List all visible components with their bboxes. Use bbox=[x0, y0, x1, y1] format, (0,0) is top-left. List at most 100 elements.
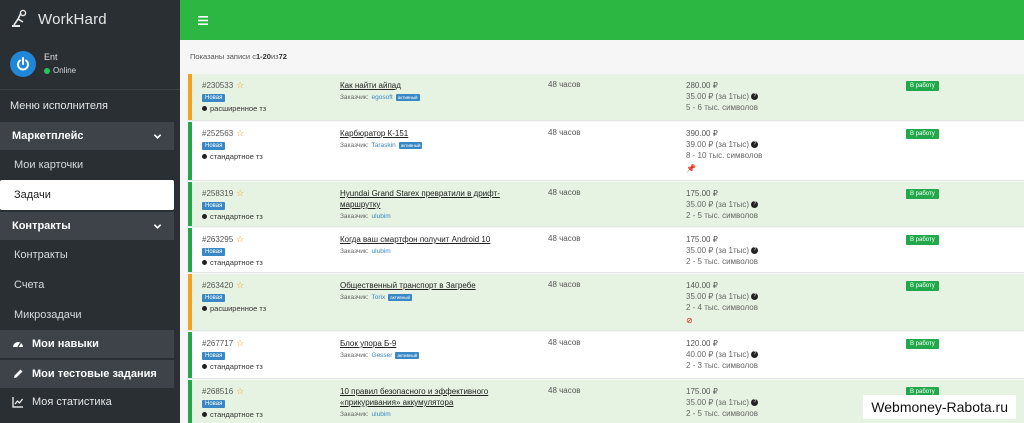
sidebar-item-tests[interactable]: Мои тестовые задания bbox=[0, 360, 174, 388]
task-id[interactable]: #268516 bbox=[202, 387, 233, 396]
table-row[interactable]: #263420 ☆ Новая расширенное тз Общественный … bbox=[188, 274, 1024, 331]
customer-name[interactable]: Torix bbox=[372, 294, 386, 301]
customer-name[interactable]: Gesser bbox=[372, 352, 393, 359]
task-id[interactable]: #267717 bbox=[202, 339, 233, 348]
menu-contracts-label: Контракты bbox=[12, 220, 71, 232]
power-icon bbox=[17, 56, 29, 70]
table-row[interactable]: #258319 ☆ Новая стандартное тз Hyundai Grand… bbox=[188, 182, 1024, 227]
star-icon[interactable]: ☆ bbox=[236, 338, 244, 349]
star-icon[interactable]: ☆ bbox=[236, 386, 244, 397]
take-to-work-button[interactable]: В работу bbox=[906, 339, 939, 349]
new-badge: Новая bbox=[202, 400, 226, 408]
user-status-text: Online bbox=[53, 66, 77, 75]
task-title-link[interactable]: Общественный транспорт в Загребе bbox=[340, 281, 476, 290]
customer-name[interactable]: ulubim bbox=[372, 411, 391, 418]
volume: 2 - 5 тыс. символов bbox=[686, 257, 758, 266]
new-badge: Новая bbox=[202, 142, 226, 150]
price: 175.00 ₽ bbox=[686, 189, 718, 198]
task-title-link[interactable]: Hyundai Grand Starex превратили в дрифт-… bbox=[340, 189, 500, 209]
star-icon[interactable]: ☆ bbox=[236, 80, 244, 91]
task-title-link[interactable]: 10 правил безопасного и эффективного «пр… bbox=[340, 387, 488, 407]
sidebar-item-my-cards[interactable]: Мои карточки bbox=[0, 150, 180, 180]
user-name: Ent bbox=[44, 52, 58, 62]
task-id[interactable]: #230533 bbox=[202, 81, 233, 90]
sidebar-item-skills[interactable]: Мои навыки bbox=[0, 330, 174, 358]
task-title-link[interactable]: Когда ваш смартфон получит Android 10 bbox=[340, 235, 490, 244]
info-icon bbox=[202, 412, 207, 417]
summary-prefix: Показаны записи с bbox=[190, 52, 256, 61]
tz-type: стандартное тз bbox=[210, 410, 263, 419]
brand[interactable]: WorkHard bbox=[0, 0, 180, 38]
star-icon[interactable]: ☆ bbox=[236, 188, 244, 199]
tz-type: стандартное тз bbox=[210, 152, 263, 161]
new-badge: Новая bbox=[202, 352, 226, 360]
task-id[interactable]: #263295 bbox=[202, 235, 233, 244]
take-to-work-button[interactable]: В работу bbox=[906, 189, 939, 199]
star-icon[interactable]: ☆ bbox=[236, 234, 244, 245]
table-row[interactable]: #263295 ☆ Новая стандартное тз Когда ваш сма… bbox=[188, 228, 1024, 273]
take-to-work-button[interactable]: В работу bbox=[906, 235, 939, 245]
summary-mid: из bbox=[270, 52, 279, 61]
question-icon[interactable]: ? bbox=[751, 399, 759, 407]
row-status-bar bbox=[188, 74, 192, 120]
new-badge: Новая bbox=[202, 202, 226, 210]
summary-range: 1-20 bbox=[255, 52, 271, 61]
deadline: 48 часов bbox=[548, 280, 581, 289]
customer-label: Заказчик: bbox=[340, 213, 369, 220]
customer-name[interactable]: ulubim bbox=[372, 213, 391, 220]
rate: 35.00 ₽ (за 1тыс) bbox=[686, 246, 750, 255]
customer-name[interactable]: Taraskin bbox=[372, 142, 396, 149]
customer-name[interactable]: ulubim bbox=[372, 248, 391, 255]
menu-contracts[interactable]: Контракты bbox=[0, 212, 174, 240]
star-icon[interactable]: ☆ bbox=[236, 280, 244, 291]
tz-type: стандартное тз bbox=[210, 258, 263, 267]
question-icon[interactable]: ? bbox=[751, 293, 759, 301]
chevron-down-icon bbox=[153, 133, 162, 139]
task-title-link[interactable]: Карбюратор К-151 bbox=[340, 129, 408, 138]
hamburger-menu-icon[interactable] bbox=[198, 15, 208, 25]
brand-name: WorkHard bbox=[38, 10, 107, 28]
row-status-bar bbox=[188, 380, 192, 423]
customer-label: Заказчик: bbox=[340, 411, 369, 418]
sidebar-item-contracts[interactable]: Контракты bbox=[0, 240, 180, 270]
gauge-icon bbox=[13, 342, 23, 348]
task-title-link[interactable]: Как найти айпад bbox=[340, 81, 401, 90]
volume: 2 - 3 тыс. символов bbox=[686, 361, 758, 370]
menu-section-title: Меню исполнителя bbox=[10, 100, 108, 112]
sidebar-item-tasks[interactable]: Задачи bbox=[0, 180, 174, 210]
task-id[interactable]: #258319 bbox=[202, 189, 233, 198]
rate: 35.00 ₽ (за 1тыс) bbox=[686, 92, 750, 101]
table-row[interactable]: #267717 ☆ Новая стандартное тз Блок упора Б-… bbox=[188, 332, 1024, 379]
new-badge: Новая bbox=[202, 294, 226, 302]
take-to-work-button[interactable]: В работу bbox=[906, 129, 939, 139]
records-summary: Показаны записи с 1-20 из 72 bbox=[180, 40, 1024, 73]
task-title-link[interactable]: Блок упора Б-9 bbox=[340, 339, 396, 348]
star-icon[interactable]: ☆ bbox=[236, 128, 244, 139]
take-to-work-button[interactable]: В работу bbox=[906, 281, 939, 291]
rate: 35.00 ₽ (за 1тыс) bbox=[686, 292, 750, 301]
task-id[interactable]: #252563 bbox=[202, 129, 233, 138]
info-icon bbox=[202, 364, 207, 369]
avatar[interactable] bbox=[10, 50, 36, 77]
question-icon[interactable]: ? bbox=[751, 351, 759, 359]
main-content: Показаны записи с 1-20 из 72 #230533 ☆ Нов… bbox=[180, 40, 1024, 423]
table-row[interactable]: #252563 ☆ Новая стандартное тз Карбюратор К-… bbox=[188, 122, 1024, 181]
take-to-work-button[interactable]: В работу bbox=[906, 81, 939, 91]
deadline: 48 часов bbox=[548, 338, 581, 347]
customer-label: Заказчик: bbox=[340, 94, 369, 101]
question-icon[interactable]: ? bbox=[751, 201, 759, 209]
sidebar-item-invoices[interactable]: Счета bbox=[0, 270, 180, 300]
tz-type: стандартное тз bbox=[210, 212, 263, 221]
table-row[interactable]: #230533 ☆ Новая расширенное тз Как найти айп… bbox=[188, 74, 1024, 121]
info-icon bbox=[202, 154, 207, 159]
sidebar-item-stats[interactable]: Моя статистика bbox=[0, 388, 180, 416]
question-icon[interactable]: ? bbox=[751, 93, 759, 101]
sidebar-item-skills-label: Мои навыки bbox=[32, 338, 99, 350]
sidebar-item-microtasks[interactable]: Микрозадачи bbox=[0, 300, 180, 330]
task-id[interactable]: #263420 bbox=[202, 281, 233, 290]
user-panel: Ent Online bbox=[0, 38, 180, 90]
menu-marketplace[interactable]: Маркетплейс bbox=[0, 122, 174, 150]
question-icon[interactable]: ? bbox=[751, 247, 759, 255]
customer-name[interactable]: egosoft bbox=[372, 94, 393, 101]
question-icon[interactable]: ? bbox=[751, 141, 759, 149]
